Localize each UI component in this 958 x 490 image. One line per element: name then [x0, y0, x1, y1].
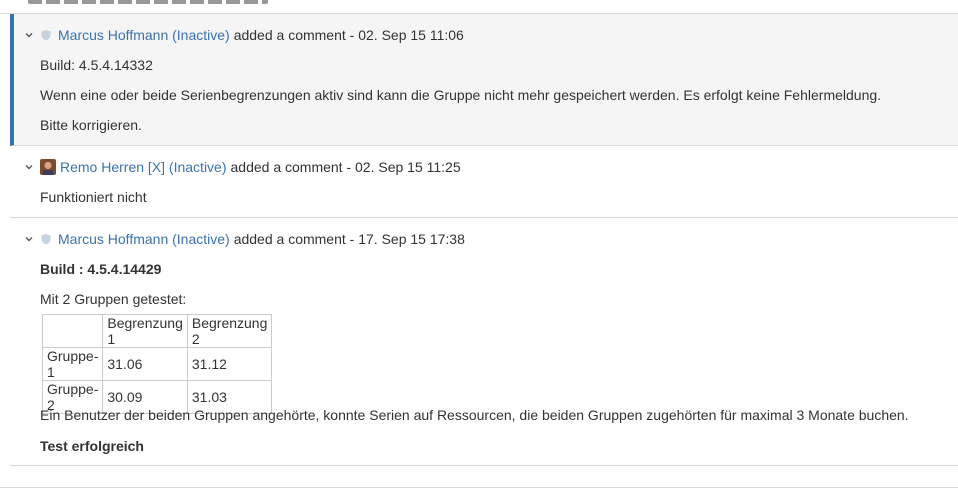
table-header-cell: Begrenzung 2: [186, 314, 273, 348]
section-divider: [0, 487, 958, 488]
comment-action-timestamp: added a comment - 17. Sep 15 17:38: [233, 231, 465, 247]
user-photo-avatar: [40, 159, 56, 175]
comment-2: Remo Herren [X] (Inactive) added a comme…: [10, 146, 958, 218]
comment-paragraph: Ein Benutzer der beiden Gruppen angehört…: [40, 407, 909, 423]
comment-paragraph: Funktioniert nicht: [40, 189, 147, 205]
table-cell: 31.12: [186, 347, 273, 381]
default-avatar-icon: [41, 30, 51, 41]
results-table: Begrenzung 1 Begrenzung 2 Gruppe-1 31.06…: [41, 314, 273, 414]
comment-header: Remo Herren [X] (Inactive) added a comme…: [24, 158, 461, 176]
comment-author-link[interactable]: Marcus Hoffmann (Inactive): [58, 27, 230, 43]
comment-paragraph: Mit 2 Gruppen getestet:: [40, 291, 187, 307]
table-header-row: Begrenzung 1 Begrenzung 2: [41, 314, 273, 348]
conclusion-text: Test erfolgreich: [40, 438, 144, 454]
build-heading: Build : 4.5.4.14429: [40, 261, 162, 277]
table-cell: Gruppe-1: [41, 347, 104, 381]
cropped-heading: [28, 0, 268, 4]
table-header-cell: [41, 314, 104, 348]
chevron-down-icon[interactable]: [24, 162, 34, 172]
comment-3: Marcus Hoffmann (Inactive) added a comme…: [10, 218, 958, 466]
build-text: Build: 4.5.4.14332: [40, 57, 153, 73]
chevron-down-icon[interactable]: [24, 234, 34, 244]
default-avatar-icon: [41, 234, 51, 245]
comment-author-link[interactable]: Remo Herren [X] (Inactive): [60, 159, 227, 175]
chevron-down-icon[interactable]: [24, 30, 34, 40]
comment-action-timestamp: added a comment - 02. Sep 15 11:06: [233, 27, 464, 43]
comment-paragraph: Bitte korrigieren.: [40, 117, 142, 133]
comment-header: Marcus Hoffmann (Inactive) added a comme…: [24, 26, 464, 44]
comment-paragraph: Wenn eine oder beide Serienbegrenzungen …: [40, 87, 882, 103]
comment-1: Marcus Hoffmann (Inactive) added a comme…: [10, 14, 958, 146]
comment-author-link[interactable]: Marcus Hoffmann (Inactive): [58, 231, 230, 247]
table-cell: 31.06: [102, 347, 188, 381]
comment-action-timestamp: added a comment - 02. Sep 15 11:25: [230, 159, 461, 175]
previous-section-edge: [0, 0, 958, 14]
table-header-cell: Begrenzung 1: [102, 314, 188, 348]
comment-header: Marcus Hoffmann (Inactive) added a comme…: [24, 230, 465, 248]
table-row: Gruppe-1 31.06 31.12: [41, 347, 273, 381]
